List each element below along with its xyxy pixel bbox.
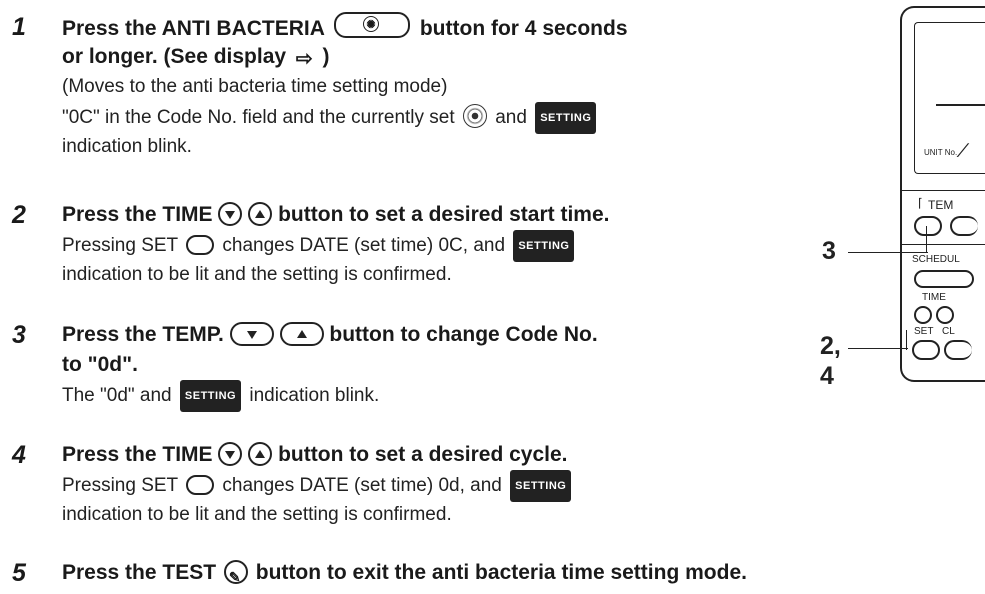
remote-controller-diagram: UNIT No. ∕ TEM ⌈ SCHEDUL TIME SET CL: [900, 6, 985, 382]
step-number: 5: [12, 559, 26, 587]
cl-button: [944, 340, 972, 360]
set-button-icon: [186, 235, 215, 255]
unit-no-label: UNIT No.: [924, 148, 958, 157]
step-text: "0C" in the Code No. field and the curre…: [62, 102, 599, 134]
schedule-button: [914, 270, 974, 288]
set-button-icon: [186, 475, 215, 495]
down-arrow-icon: [218, 202, 243, 226]
step-heading: Press the TIME button to set a desired c…: [62, 442, 568, 466]
arrow-right-icon: ⇨: [295, 48, 313, 70]
time-up-button: [936, 306, 954, 324]
schedule-label: SCHEDUL: [912, 254, 960, 265]
step-number: 1: [12, 13, 26, 41]
display-divider: [936, 104, 985, 106]
step-text: indication to be lit and the setting is …: [62, 504, 452, 525]
setting-badge: SETTING: [513, 230, 575, 262]
step-text: Pressing SET changes DATE (set time) 0C,…: [62, 230, 577, 262]
down-arrow-icon: [218, 442, 243, 466]
time-down-button: [914, 306, 932, 324]
step-heading: Press the ANTI BACTERIA ✺ button for 4 s…: [62, 12, 628, 44]
up-arrow-icon: [248, 442, 273, 466]
step-heading-line2: or longer. (See display ⇨ ): [62, 42, 330, 74]
step-4: 4 Press the TIME button to set a desired…: [0, 440, 860, 530]
panel-divider-2: [902, 244, 985, 245]
anti-bacteria-button-icon: ✺: [334, 12, 410, 38]
step-number: 2: [12, 201, 26, 229]
step-number: 4: [12, 441, 26, 469]
down-arrow-icon: [229, 322, 274, 346]
step-2: 2 Press the TIME button to set a desired…: [0, 200, 860, 290]
anti-bacteria-icon: [462, 104, 487, 128]
step-text: (Moves to the anti bacteria time setting…: [62, 76, 448, 97]
temp-down-button: [914, 216, 942, 236]
step-heading: Press the TEMP. button to change Code No…: [62, 322, 598, 346]
temp-up-button: [950, 216, 978, 236]
cl-label: CL: [942, 326, 955, 337]
temp-label: TEM: [928, 198, 954, 212]
setting-badge: SETTING: [535, 102, 597, 134]
step-heading-line2: to "0d".: [62, 353, 138, 376]
step-text: indication blink.: [62, 136, 192, 157]
panel-divider-1: [902, 190, 985, 191]
callout-24-line: [848, 348, 908, 349]
step-heading: Press the TIME button to set a desired s…: [62, 202, 610, 226]
up-arrow-icon: [248, 202, 273, 226]
display-digit: ∕: [962, 140, 966, 162]
step-number: 3: [12, 321, 26, 349]
step-text: indication to be lit and the setting is …: [62, 264, 452, 285]
step-1: 1 Press the ANTI BACTERIA ✺ button for 4…: [0, 12, 860, 162]
thermometer-icon: ⌈: [918, 196, 923, 210]
step-5: 5 Press the TEST button to exit the anti…: [0, 558, 985, 592]
up-arrow-icon: [279, 322, 324, 346]
setting-badge: SETTING: [510, 470, 572, 502]
wrench-icon: [223, 560, 248, 592]
set-label: SET: [914, 326, 934, 337]
step-text: The "0d" and SETTING indication blink.: [62, 380, 379, 412]
step-text: Pressing SET changes DATE (set time) 0d,…: [62, 470, 574, 502]
callout-24-line-vert: [906, 330, 907, 350]
callout-3-line-vert: [926, 226, 927, 253]
set-button: [912, 340, 940, 360]
callout-3-line: [848, 252, 928, 253]
callout-2-4b: 4: [820, 362, 834, 390]
step-heading: Press the TEST button to exit the anti b…: [62, 558, 747, 592]
callout-3: 3: [822, 237, 836, 265]
callout-2-4: 2,: [820, 332, 841, 360]
time-label: TIME: [922, 292, 946, 303]
setting-badge: SETTING: [179, 380, 242, 412]
step-3: 3 Press the TEMP. button to change Code …: [0, 320, 860, 412]
